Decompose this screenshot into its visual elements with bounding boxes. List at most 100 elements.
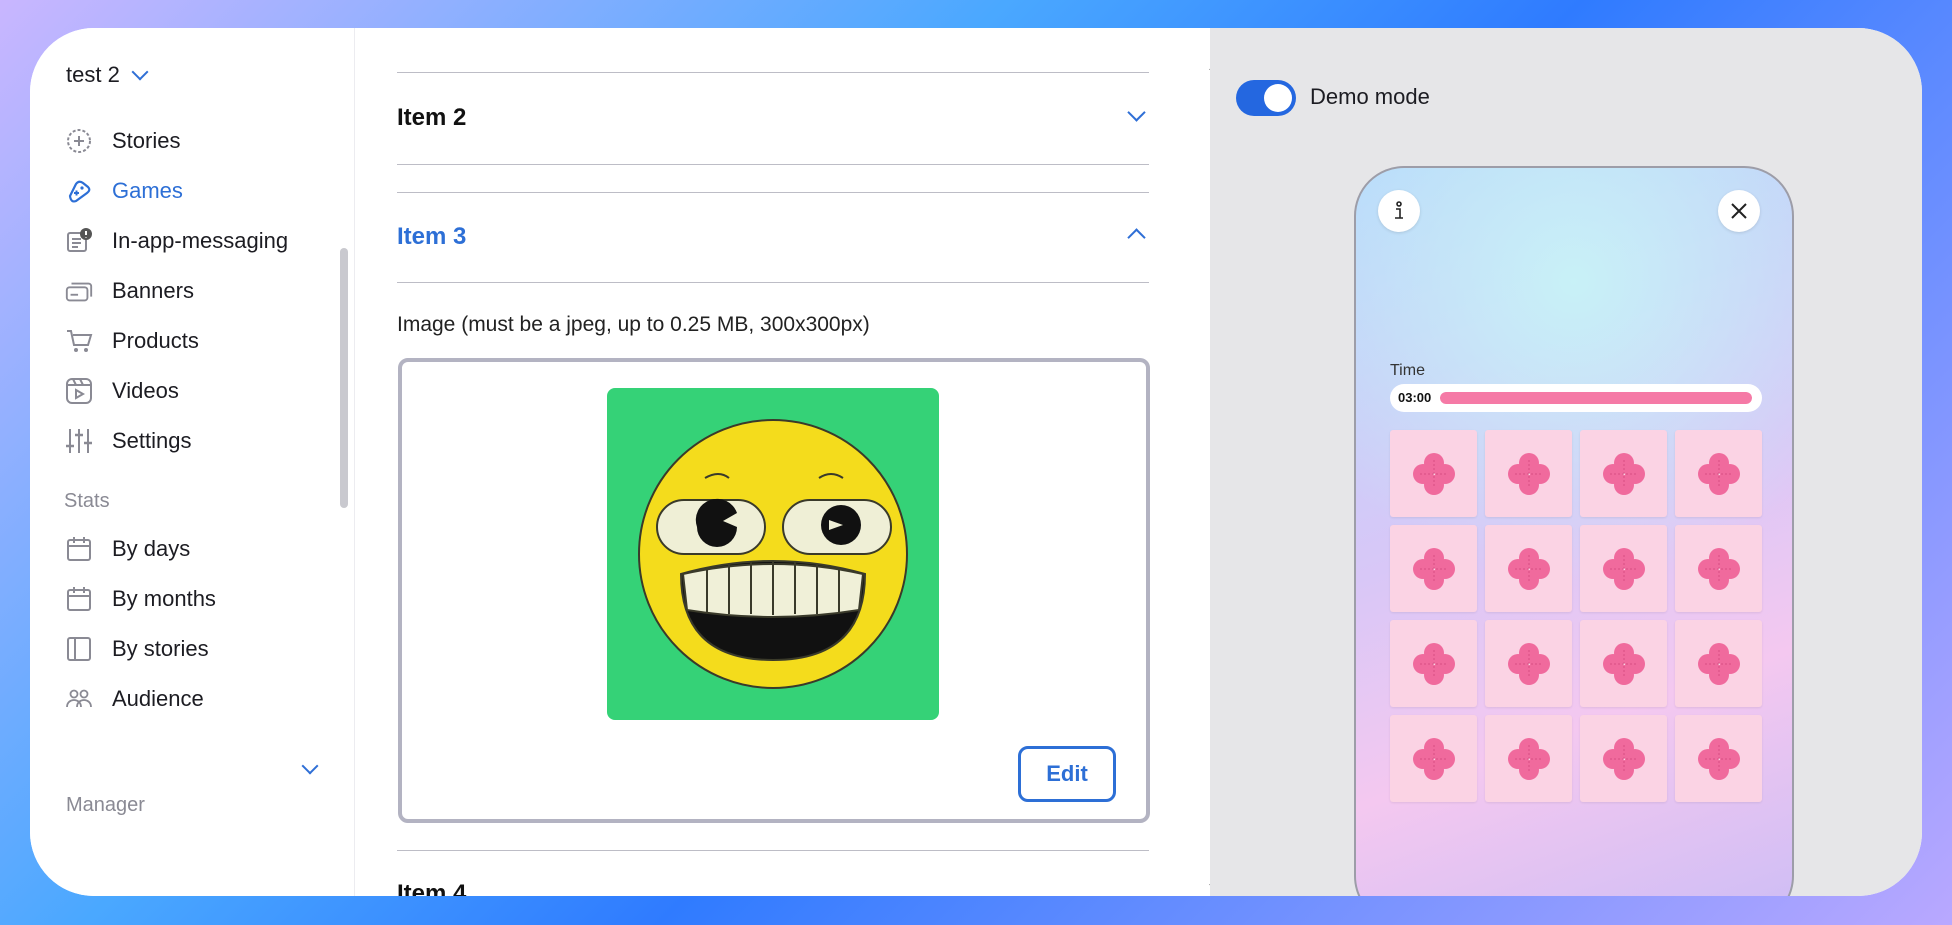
- memory-card[interactable]: [1390, 620, 1477, 707]
- video-icon: [64, 376, 94, 406]
- chevron-down-icon: [131, 63, 149, 81]
- chevron-down-icon[interactable]: [301, 757, 319, 775]
- memory-card[interactable]: [1580, 430, 1667, 517]
- app-window: test 2 Stories Games In-app-messaging Ba…: [30, 28, 1922, 896]
- sidebar-item-by-days[interactable]: By days: [64, 524, 334, 574]
- stats-section-label: Stats: [64, 489, 110, 512]
- divider: [397, 850, 1149, 851]
- sidebar-scrollbar[interactable]: [340, 248, 348, 508]
- pink-clover-icon: [1697, 547, 1740, 590]
- timer-label: Time: [1390, 362, 1425, 379]
- accordion-item-3-header[interactable]: Item 3: [397, 223, 466, 251]
- demo-mode-toggle[interactable]: [1236, 80, 1296, 116]
- memory-card[interactable]: [1485, 715, 1572, 802]
- plus-circle-icon: [64, 126, 94, 156]
- pink-clover-icon: [1507, 452, 1550, 495]
- manager-section-label: Manager: [66, 793, 145, 816]
- sidebar-item-settings[interactable]: Settings: [64, 416, 334, 466]
- memory-card[interactable]: [1675, 620, 1762, 707]
- pink-clover-icon: [1507, 642, 1550, 685]
- divider: [397, 282, 1149, 283]
- sliders-icon: [64, 426, 94, 456]
- divider: [397, 164, 1149, 165]
- sidebar: test 2 Stories Games In-app-messaging Ba…: [30, 28, 355, 896]
- sidebar-item-stories[interactable]: Stories: [64, 116, 334, 166]
- memory-card[interactable]: [1580, 525, 1667, 612]
- sidebar-item-label: Videos: [112, 378, 179, 403]
- sidebar-item-label: Stories: [112, 128, 181, 153]
- timer-fill: [1440, 392, 1752, 404]
- memory-card[interactable]: [1580, 620, 1667, 707]
- sidebar-item-label: In-app-messaging: [112, 228, 289, 253]
- memory-card[interactable]: [1390, 525, 1477, 612]
- memory-card[interactable]: [1485, 525, 1572, 612]
- chevron-down-icon[interactable]: [1127, 103, 1146, 122]
- sidebar-item-games[interactable]: Games: [64, 166, 334, 216]
- edit-image-button[interactable]: Edit: [1018, 746, 1116, 802]
- editor-content: Item 2 Item 3 Image (must be a jpeg, up …: [355, 28, 1223, 896]
- memory-card[interactable]: [1390, 430, 1477, 517]
- phone-preview: Time 03:00: [1354, 166, 1794, 896]
- message-alert-icon: [64, 226, 94, 256]
- memory-card-grid: [1390, 430, 1762, 802]
- chevron-up-icon[interactable]: [1127, 228, 1146, 247]
- project-selector[interactable]: test 2: [66, 62, 149, 88]
- accordion-item-2-header[interactable]: Item 2: [397, 104, 466, 132]
- memory-card[interactable]: [1675, 430, 1762, 517]
- memory-card[interactable]: [1390, 715, 1477, 802]
- pink-clover-icon: [1412, 642, 1455, 685]
- pink-clover-icon: [1507, 737, 1550, 780]
- smiley-face-icon: [638, 419, 908, 689]
- memory-card[interactable]: [1580, 715, 1667, 802]
- panel-icon: [64, 634, 94, 664]
- calendar-icon: [64, 534, 94, 564]
- memory-card[interactable]: [1675, 715, 1762, 802]
- sidebar-item-label: By days: [112, 536, 191, 561]
- project-name: test 2: [66, 62, 120, 87]
- image-field-label: Image (must be a jpeg, up to 0.25 MB, 30…: [397, 313, 870, 336]
- close-icon: [1731, 203, 1747, 219]
- sidebar-item-by-months[interactable]: By months: [64, 574, 334, 624]
- close-button[interactable]: [1718, 190, 1760, 232]
- pink-clover-icon: [1507, 547, 1550, 590]
- divider: [397, 72, 1149, 73]
- sidebar-item-by-stories[interactable]: By stories: [64, 624, 334, 674]
- sidebar-item-in-app-messaging[interactable]: In-app-messaging: [64, 216, 334, 266]
- pink-clover-icon: [1697, 642, 1740, 685]
- image-preview: [607, 388, 939, 720]
- info-button[interactable]: [1378, 190, 1420, 232]
- pink-clover-icon: [1602, 737, 1645, 780]
- demo-mode-label: Demo mode: [1310, 84, 1430, 109]
- accordion-item-4-header[interactable]: Item 4: [397, 880, 466, 896]
- image-upload-box[interactable]: Edit: [398, 358, 1150, 823]
- memory-card[interactable]: [1675, 525, 1762, 612]
- sidebar-item-audience[interactable]: Audience: [64, 674, 334, 724]
- info-icon: [1395, 201, 1403, 219]
- memory-card[interactable]: [1485, 430, 1572, 517]
- sidebar-item-label: Audience: [112, 686, 204, 711]
- banners-icon: [64, 276, 94, 306]
- pink-clover-icon: [1602, 547, 1645, 590]
- sidebar-item-label: Products: [112, 328, 199, 353]
- calendar-icon: [64, 584, 94, 614]
- memory-card[interactable]: [1485, 620, 1572, 707]
- preview-pane: Demo mode Time 03:00: [1210, 28, 1922, 896]
- sidebar-item-label: By stories: [112, 636, 209, 661]
- pink-clover-icon: [1697, 452, 1740, 495]
- sidebar-item-videos[interactable]: Videos: [64, 366, 334, 416]
- divider: [397, 192, 1149, 193]
- people-icon: [64, 684, 94, 714]
- pink-clover-icon: [1412, 737, 1455, 780]
- cart-icon: [64, 326, 94, 356]
- pink-clover-icon: [1412, 547, 1455, 590]
- sidebar-item-banners[interactable]: Banners: [64, 266, 334, 316]
- gamepad-icon: [64, 176, 94, 206]
- sidebar-item-label: Settings: [112, 428, 192, 453]
- timer-track: [1440, 392, 1752, 404]
- sidebar-item-products[interactable]: Products: [64, 316, 334, 366]
- pink-clover-icon: [1412, 452, 1455, 495]
- timer-value: 03:00: [1398, 390, 1432, 405]
- sidebar-item-label: Games: [112, 178, 183, 203]
- sidebar-item-label: Banners: [112, 278, 194, 303]
- pink-clover-icon: [1602, 642, 1645, 685]
